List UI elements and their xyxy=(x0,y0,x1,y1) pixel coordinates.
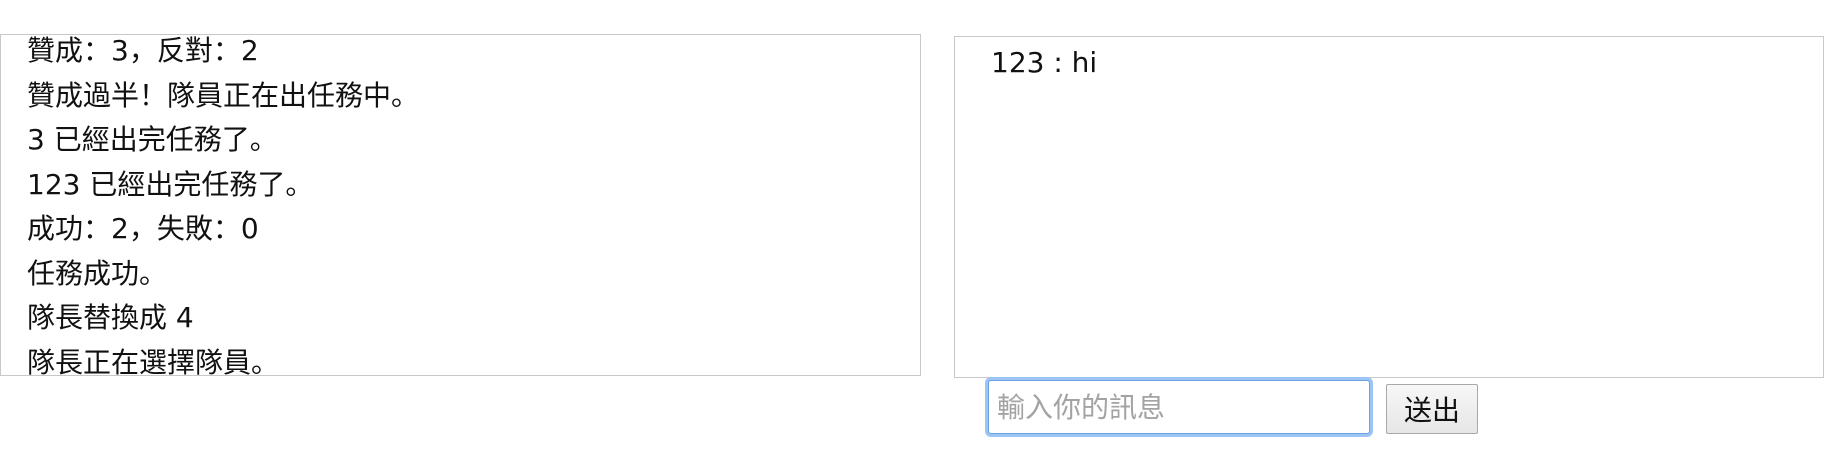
log-line: 3 已經出完任務了。 xyxy=(27,123,278,156)
log-line: 贊成：3，反對：2 xyxy=(27,34,259,67)
chat-messages-panel[interactable]: 123 : hi xyxy=(954,36,1824,378)
log-line: 123 已經出完任務了。 xyxy=(27,167,314,201)
game-page: 贊成：3，反對：2 贊成過半！隊員正在出任務中。 3 已經出完任務了。 123 … xyxy=(0,0,1834,468)
log-line: 成功：2，失敗：0 xyxy=(27,212,259,245)
log-line: 隊長正在選擇隊員。 xyxy=(27,345,280,376)
chat-message-input[interactable] xyxy=(988,380,1370,434)
log-line: 隊長替換成 4 xyxy=(27,301,194,334)
log-line: 任務成功。 xyxy=(27,256,168,290)
game-log-panel[interactable]: 贊成：3，反對：2 贊成過半！隊員正在出任務中。 3 已經出完任務了。 123 … xyxy=(0,34,921,376)
log-line: 贊成過半！隊員正在出任務中。 xyxy=(27,78,420,112)
chat-message: 123 : hi xyxy=(991,46,1098,79)
send-button[interactable]: 送出 xyxy=(1386,384,1478,434)
